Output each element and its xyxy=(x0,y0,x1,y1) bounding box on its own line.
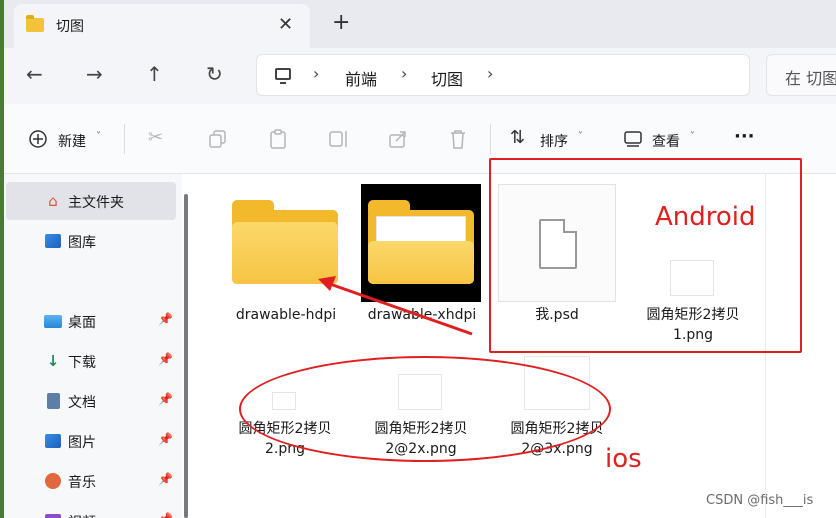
window-left-edge xyxy=(0,0,4,518)
watermark: CSDN @fish___is xyxy=(706,493,814,508)
annotation-arrow xyxy=(318,276,473,336)
